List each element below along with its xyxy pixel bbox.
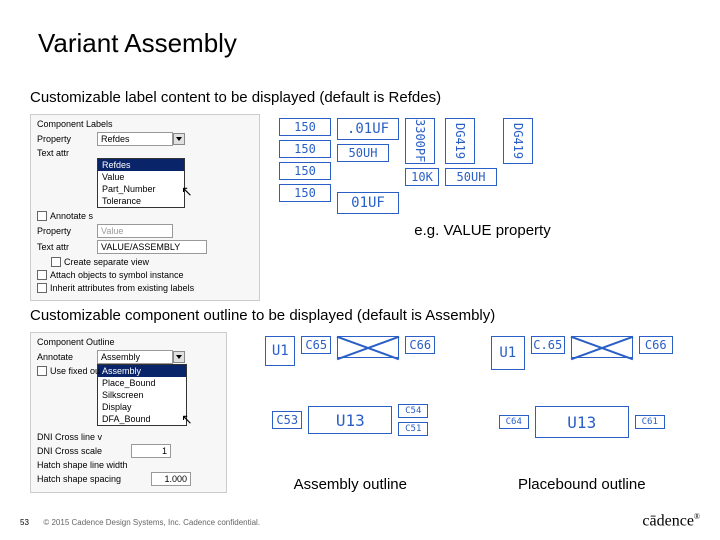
pcb-comp: 50UH [337,144,389,162]
property2-value[interactable]: Value [97,224,173,238]
hatch-width-label: Hatch shape line width [37,460,128,470]
pcb-comp: C66 [405,336,435,354]
annotate-label: Annotate s [50,211,93,221]
pcb-comp: C54 [398,404,428,418]
placebound-caption: Placebound outline [518,476,646,493]
panel2-title: Component Outline [37,337,220,347]
pcb-comp: .01UF [337,118,399,140]
dni-line-label: DNI Cross line v [37,432,102,442]
pcb-comp: C53 [272,411,302,429]
copyright: © 2015 Cadence Design Systems, Inc. Cade… [43,518,260,527]
inherit-checkbox[interactable] [37,283,47,293]
text-attr-label: Text attr [37,148,93,158]
assembly-caption: Assembly outline [294,476,407,493]
section2-desc: Customizable component outline to be dis… [30,307,690,324]
property2-label: Property [37,226,93,236]
component-labels-panel: Component Labels Property Refdes Text at… [30,114,260,301]
dropdown-option[interactable]: Tolerance [98,195,184,207]
cadence-logo: cādence® [642,512,700,530]
pcb-comp: 01UF [337,192,399,214]
pcb-comp-crossed [571,336,633,358]
component-art-1: 150 150 150 150 .01UF 50UH 01UF 3300PF 1… [275,114,690,218]
pcb-comp: C66 [639,336,673,354]
fixed-checkbox[interactable] [37,366,47,376]
dropdown-option[interactable]: Refdes [98,159,184,171]
dni-scale-label: DNI Cross scale [37,446,127,456]
hatch-spacing-label: Hatch shape spacing [37,474,147,484]
component-outline-panel: Component Outline Annotate Assembly Asse… [30,332,227,493]
attach-checkbox[interactable] [37,270,47,280]
pcb-comp: U13 [535,406,629,438]
pcb-comp: C61 [635,415,665,429]
inherit-label: Inherit attributes from existing labels [50,283,194,293]
annotate-label: Annotate [37,352,93,362]
chevron-down-icon[interactable] [173,351,185,363]
dropdown-option[interactable]: Value [98,171,184,183]
dropdown-option[interactable]: Assembly [98,365,186,377]
create-view-checkbox[interactable] [51,257,61,267]
pcb-comp: DG419 [503,118,533,164]
dropdown-option[interactable]: Display [98,401,186,413]
pcb-comp: DG419 [445,118,475,164]
annotate-checkbox[interactable] [37,211,47,221]
section1-desc: Customizable label content to be display… [30,89,690,106]
dropdown-option[interactable]: Silkscreen [98,389,186,401]
annotate-select[interactable]: Assembly [97,350,185,364]
dropdown-option[interactable]: DFA_Bound [98,413,186,425]
chevron-down-icon[interactable] [173,133,185,145]
fixed-label: Use fixed ou [50,366,100,376]
pcb-comp: U1 [491,336,525,370]
pcb-comp: 150 [279,118,331,136]
pcb-comp: 50UH [445,168,497,186]
pcb-comp-crossed [337,336,399,358]
attach-label: Attach objects to symbol instance [50,270,184,280]
pcb-comp: C51 [398,422,428,436]
footer: 53 © 2015 Cadence Design Systems, Inc. C… [20,512,700,530]
value-caption: e.g. VALUE property [275,222,690,239]
create-view-label: Create separate view [64,257,149,267]
text-attr2-value[interactable]: VALUE/ASSEMBLY [97,240,207,254]
pcb-comp: 3300PF [405,118,435,164]
outline-dropdown[interactable]: Assembly Place_Bound Silkscreen Display … [97,364,187,426]
pcb-comp: 10K [405,168,439,186]
property-select[interactable]: Refdes [97,132,185,146]
hatch-spacing-input[interactable]: 1.000 [151,472,191,486]
pcb-comp: 150 [279,184,331,202]
panel-title: Component Labels [37,119,253,129]
property-label: Property [37,134,93,144]
pcb-comp: C.65 [531,336,565,354]
page-number: 53 [20,518,29,527]
pcb-comp: 150 [279,162,331,180]
pcb-comp: U1 [265,336,295,366]
dni-scale-input[interactable]: 1 [131,444,171,458]
pcb-comp: 150 [279,140,331,158]
slide-title: Variant Assembly [38,28,690,59]
pcb-comp: U13 [308,406,392,434]
pcb-comp: C65 [301,336,331,354]
dropdown-option[interactable]: Place_Bound [98,377,186,389]
property-dropdown[interactable]: Refdes Value Part_Number Tolerance [97,158,185,208]
text-attr2-label: Text attr [37,242,93,252]
dropdown-option[interactable]: Part_Number [98,183,184,195]
placebound-art: U1 C.65 C66 C64 U13 C61 [474,332,690,472]
pcb-comp: C64 [499,415,529,429]
assembly-art: U1 C65 C66 C53 U13 C54 C51 [242,332,458,472]
